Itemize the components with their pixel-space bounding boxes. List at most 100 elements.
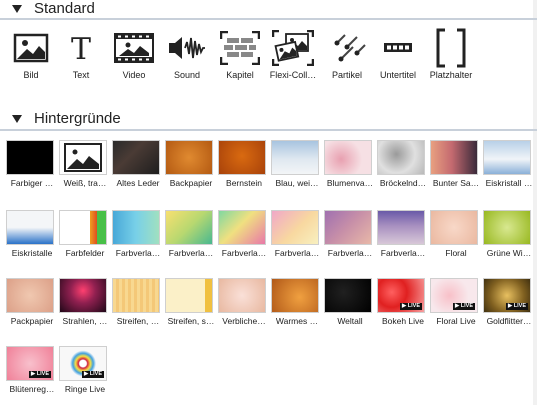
background-tile-label: Blütenreg…	[9, 384, 55, 394]
background-tile-label: Eiskristall …	[485, 178, 533, 188]
background-tile-label: Streifen, s…	[167, 316, 215, 326]
background-tile[interactable]: Eiskristall …	[483, 140, 533, 200]
background-tile[interactable]: Farbverla…	[271, 210, 321, 270]
standard-item-particle[interactable]: Partikel	[320, 28, 374, 90]
background-thumbnail	[165, 140, 213, 175]
background-thumbnail	[59, 278, 107, 313]
particle-icon	[320, 28, 374, 68]
background-tile-label: Farbverla…	[115, 248, 161, 258]
background-tile[interactable]: Farbiger …	[6, 140, 56, 200]
background-tile[interactable]: Streifen, …	[112, 278, 162, 338]
background-tile-label: Farbiger …	[10, 178, 54, 188]
background-tile[interactable]: ▶ LIVE Floral Live	[430, 278, 480, 338]
background-tile[interactable]: Farbverla…	[324, 210, 374, 270]
background-thumbnail	[6, 210, 54, 245]
background-thumbnail	[271, 278, 319, 313]
background-tile[interactable]: Weiß, tra…	[59, 140, 109, 200]
background-tile-label: Bröckelnd…	[379, 178, 427, 188]
background-tile-label: Bokeh Live	[381, 316, 425, 326]
standard-item-chapter[interactable]: Kapitel	[213, 28, 267, 90]
background-tile[interactable]: ▶ LIVE Ringe Live	[59, 346, 109, 406]
video-icon	[107, 28, 161, 68]
scrollbar[interactable]	[533, 0, 537, 405]
standard-item-label: Flexi-Coll…	[269, 70, 317, 80]
section-backgrounds-header[interactable]: Hintergründe	[0, 110, 537, 132]
live-badge: ▶ LIVE	[29, 371, 51, 378]
collapse-triangle-icon[interactable]	[12, 5, 22, 13]
background-tile[interactable]: Grüne Wi…	[483, 210, 533, 270]
background-tile[interactable]: ▶ LIVE Blütenreg…	[6, 346, 56, 406]
background-tile-label: Strahlen, …	[62, 316, 108, 326]
background-tile[interactable]: Strahlen, …	[59, 278, 109, 338]
background-tile[interactable]: Bunter Sa…	[430, 140, 480, 200]
background-tile[interactable]: ▶ LIVE Goldflitter…	[483, 278, 533, 338]
background-thumbnail: ▶ LIVE	[59, 346, 107, 381]
background-thumbnail	[218, 210, 266, 245]
background-tile[interactable]: Verbliche…	[218, 278, 268, 338]
background-tile-label: Eiskristalle	[11, 248, 53, 258]
background-thumbnail	[6, 140, 54, 175]
background-tile-label: Grüne Wi…	[486, 248, 532, 258]
standard-item-image[interactable]: Bild	[4, 28, 58, 90]
text-icon: T	[54, 28, 108, 68]
background-thumbnail	[165, 210, 213, 245]
placeholder-icon	[424, 28, 478, 68]
background-thumbnail: ▶ LIVE	[483, 278, 531, 313]
background-tile-label: Altes Leder	[116, 178, 160, 188]
background-thumbnail: ▶ LIVE	[430, 278, 478, 313]
background-tile[interactable]: Blumenva…	[324, 140, 374, 200]
background-thumbnail	[59, 210, 107, 245]
background-tile-label: Farbverla…	[221, 248, 267, 258]
background-tile-label: Weiß, tra…	[63, 178, 107, 188]
background-tile-label: Packpapier	[10, 316, 54, 326]
standard-item-label: Platzhalter	[429, 70, 473, 80]
background-tile-label: Floral	[445, 248, 467, 258]
standard-item-placeholder[interactable]: Platzhalter	[424, 28, 478, 90]
background-tile[interactable]: Floral	[430, 210, 480, 270]
background-tile[interactable]: Backpapier	[165, 140, 215, 200]
background-tile[interactable]: Farbfelder	[59, 210, 109, 270]
background-tile[interactable]: Weltall	[324, 278, 374, 338]
chapter-icon	[213, 28, 267, 68]
image-icon	[64, 143, 102, 172]
section-divider	[0, 18, 537, 20]
background-tile[interactable]: Warmes …	[271, 278, 321, 338]
background-thumbnail	[324, 140, 372, 175]
background-thumbnail	[377, 140, 425, 175]
background-thumbnail	[430, 140, 478, 175]
standard-item-sound[interactable]: Sound	[160, 28, 214, 90]
background-tile[interactable]: Farbverla…	[377, 210, 427, 270]
standard-item-subtitle[interactable]: Untertitel	[371, 28, 425, 90]
collapse-triangle-icon[interactable]	[12, 115, 22, 123]
background-thumbnail	[112, 210, 160, 245]
background-tile-label: Farbfelder	[65, 248, 105, 258]
background-tile-label: Weltall	[337, 316, 363, 326]
background-tile[interactable]: ▶ LIVE Bokeh Live	[377, 278, 427, 338]
background-thumbnail	[324, 210, 372, 245]
background-tile[interactable]: Streifen, s…	[165, 278, 215, 338]
background-thumbnail	[218, 140, 266, 175]
background-tile[interactable]: Packpapier	[6, 278, 56, 338]
standard-item-text[interactable]: T Text	[54, 28, 108, 90]
background-tile[interactable]: Bernstein	[218, 140, 268, 200]
background-tile-label: Farbverla…	[168, 248, 214, 258]
background-tile[interactable]: Farbverla…	[112, 210, 162, 270]
background-tile[interactable]: Farbverla…	[218, 210, 268, 270]
background-tile-label: Floral Live	[436, 316, 476, 326]
background-tile[interactable]: Altes Leder	[112, 140, 162, 200]
section-divider	[0, 129, 537, 131]
standard-item-video[interactable]: Video	[107, 28, 161, 90]
background-tile[interactable]: Bröckelnd…	[377, 140, 427, 200]
section-standard-header[interactable]: Standard	[0, 0, 537, 22]
background-tile[interactable]: Farbverla…	[165, 210, 215, 270]
background-thumbnail: ▶ LIVE	[6, 346, 54, 381]
background-thumbnail	[218, 278, 266, 313]
background-tile-label: Warmes …	[275, 316, 319, 326]
background-tile-label: Farbverla…	[380, 248, 426, 258]
background-tile[interactable]: Blau, wei…	[271, 140, 321, 200]
background-tile[interactable]: Eiskristalle	[6, 210, 56, 270]
background-thumbnail	[483, 210, 531, 245]
background-thumbnail	[112, 140, 160, 175]
standard-item-flexi-collage[interactable]: Flexi-Coll…	[266, 28, 320, 90]
background-tile-label: Streifen, …	[116, 316, 160, 326]
